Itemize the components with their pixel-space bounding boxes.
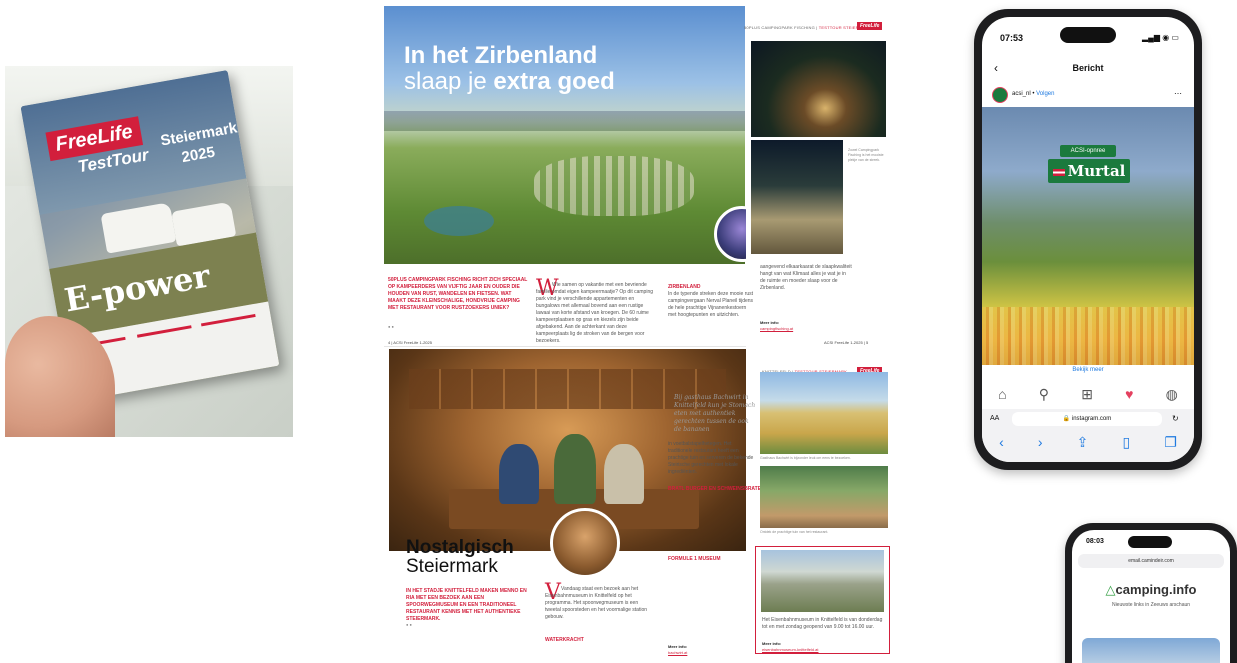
- site-logo: △camping.info: [1105, 582, 1197, 597]
- bottom-divider: [136, 325, 192, 338]
- email-hero-image: [1082, 638, 1220, 663]
- dynamic-island: [1128, 536, 1172, 548]
- tabs-icon[interactable]: ❐: [1164, 434, 1177, 451]
- dynamic-island: [1060, 27, 1116, 43]
- body-column-2: In de typende streken deze mooie rust ca…: [668, 291, 754, 318]
- section-title: ZIRBENLAND: [668, 284, 701, 290]
- page-footer-left: 4 | ACSI FreeLife 1-2025: [388, 340, 432, 345]
- body-column: in voetbalstapelhetegen. Het traditionel…: [668, 441, 754, 475]
- lead-paragraph: 50PLUS CAMPINGPARK FISCHING RICHT ZICH S…: [388, 277, 528, 311]
- status-time: 08:03: [1086, 538, 1104, 545]
- camper-van-photo: [751, 140, 843, 254]
- collage: FreeLife TestTour Steiermark 2025 E-powe…: [0, 0, 1237, 663]
- photo-credit: ● ●: [406, 622, 412, 627]
- more-info-label: Meer info:: [760, 320, 780, 325]
- safari-toolbar: ‹ › ⇪ ▯ ❐: [982, 433, 1194, 451]
- hero-title-line1: In het Zirbenland: [404, 42, 598, 69]
- url-bar[interactable]: email.camindeir.com: [1078, 554, 1224, 568]
- hero-title-line2: slaap je extra goed: [404, 68, 615, 95]
- home-icon[interactable]: ⌂: [998, 386, 1006, 402]
- person-shape: [499, 444, 539, 504]
- account-name[interactable]: acsi_nl • Volgen: [1012, 91, 1054, 97]
- back-nav-icon[interactable]: ‹: [999, 434, 1004, 450]
- font-size-button[interactable]: AA: [990, 415, 999, 422]
- guesthouse-photo: [760, 372, 888, 454]
- brochure-photo: FreeLife TestTour Steiermark 2025 E-powe…: [5, 66, 293, 437]
- info-box: Het Eisenbahnmuseum in Knittelfeld is va…: [755, 546, 890, 654]
- page-header: 50PLUS CAMPINGPARK FISCHING | TESTTOUR S…: [744, 25, 872, 30]
- garden-photo: [760, 466, 888, 528]
- avatar[interactable]: [992, 87, 1008, 103]
- phone-screen: 07:53 ▂▄▆ ◉ ▭ ‹ Bericht acsi_nl • Volgen…: [982, 17, 1194, 462]
- person-shape: [604, 444, 644, 504]
- sign-top: ACSI-opnree: [1060, 145, 1116, 157]
- url-bar[interactable]: 🔒 instagram.com: [1012, 412, 1162, 426]
- info-box-more-label: Meer info:: [762, 641, 782, 646]
- body-column-3: aangevend elkaarkaarat de slaapkwaliteit…: [760, 264, 852, 291]
- caravan-shape: [100, 202, 177, 254]
- photo-caption: Gasthaus Bachwirt is bijzonder leuk om e…: [760, 456, 851, 460]
- info-box-link[interactable]: eisenbahnmuseum-knittelfeld.at: [762, 647, 818, 652]
- forward-nav-icon[interactable]: ›: [1038, 434, 1043, 450]
- post-image: ACSI-opnree Murtal: [982, 107, 1194, 365]
- view-more-link[interactable]: Bekijk meer: [1042, 367, 1134, 373]
- lead-paragraph: IN HET STADJE KNITTELFELD MAKEN MENNO EN…: [406, 588, 527, 622]
- photo-caption: Zowel Campingpark Fisching is het mooist…: [848, 148, 884, 162]
- page-footer-right: ACSI FreeLife 1-2025 | 5: [824, 340, 869, 345]
- freelife-badge: FreeLife: [857, 22, 883, 30]
- austria-flag-icon: [1052, 168, 1065, 176]
- photo-caption: Ontdek de prachtige tuin van het restaur…: [760, 530, 829, 534]
- section-heading: BRATL BURGER EN SCHWEINSBRATEN: [668, 486, 765, 492]
- reels-icon[interactable]: ⊞: [1081, 386, 1093, 403]
- info-box-text: Het Eisenbahnmuseum in Knittelfeld is va…: [762, 617, 883, 630]
- reload-icon[interactable]: ↻: [1172, 414, 1179, 423]
- search-icon[interactable]: ⚲: [1039, 386, 1049, 403]
- body-intro: Vandaag staat een bezoek aan het Eisenba…: [545, 586, 648, 620]
- section-heading: WATERKRACHT: [545, 637, 584, 643]
- phone-instagram: 07:53 ▂▄▆ ◉ ▭ ‹ Bericht acsi_nl • Volgen…: [974, 9, 1202, 470]
- more-info-link[interactable]: bachwirt.at: [668, 650, 687, 655]
- notification-icon[interactable]: ♥: [1125, 386, 1133, 402]
- photo-credit: ● ●: [388, 324, 394, 329]
- pond: [424, 206, 494, 236]
- tent-icon: △: [1105, 582, 1116, 597]
- night-camping-photo: [751, 41, 886, 137]
- more-info-label: Meer info:: [668, 644, 688, 649]
- email-subtitle: Nieuwste links in Zeeuws arschaun: [1111, 602, 1191, 608]
- profile-icon[interactable]: ◍: [1166, 386, 1178, 403]
- phone-camping-info: 08:03 email.camindeir.com △camping.info …: [1065, 523, 1237, 663]
- section-heading: FORMULE 1 MUSEUM: [668, 556, 721, 562]
- feature-title-light: Steiermark: [406, 556, 498, 577]
- bottom-divider: [200, 313, 256, 327]
- phone-screen: 08:03 email.camindeir.com △camping.info …: [1072, 530, 1230, 663]
- share-icon[interactable]: ⇪: [1077, 434, 1089, 451]
- status-time: 07:53: [1000, 33, 1024, 43]
- station-photo: [761, 550, 884, 612]
- pull-quote: Bij gasthaus Bachwirt in Knittelfeld kun…: [674, 394, 756, 433]
- status-icons: ▂▄▆ ◉ ▭: [1142, 33, 1179, 42]
- bookmarks-icon[interactable]: ▯: [1123, 434, 1131, 451]
- flower-field: [982, 307, 1194, 365]
- more-info-link[interactable]: campingfisching.at: [760, 326, 793, 331]
- screen-title: Bericht: [1072, 63, 1104, 73]
- circle-inset-photo: [550, 508, 620, 578]
- instagram-toolbar: ⌂ ⚲ ⊞ ♥ ◍: [982, 383, 1194, 405]
- more-icon[interactable]: ⋯: [1174, 89, 1182, 98]
- safari-bar: AA 🔒 instagram.com ↻ ‹ › ⇪ ▯ ❐: [982, 409, 1194, 462]
- person-shape: [554, 434, 596, 504]
- sign-main: Murtal: [1048, 159, 1130, 183]
- body-column-1: Wie samen op vakantie met een bevriende …: [536, 282, 654, 344]
